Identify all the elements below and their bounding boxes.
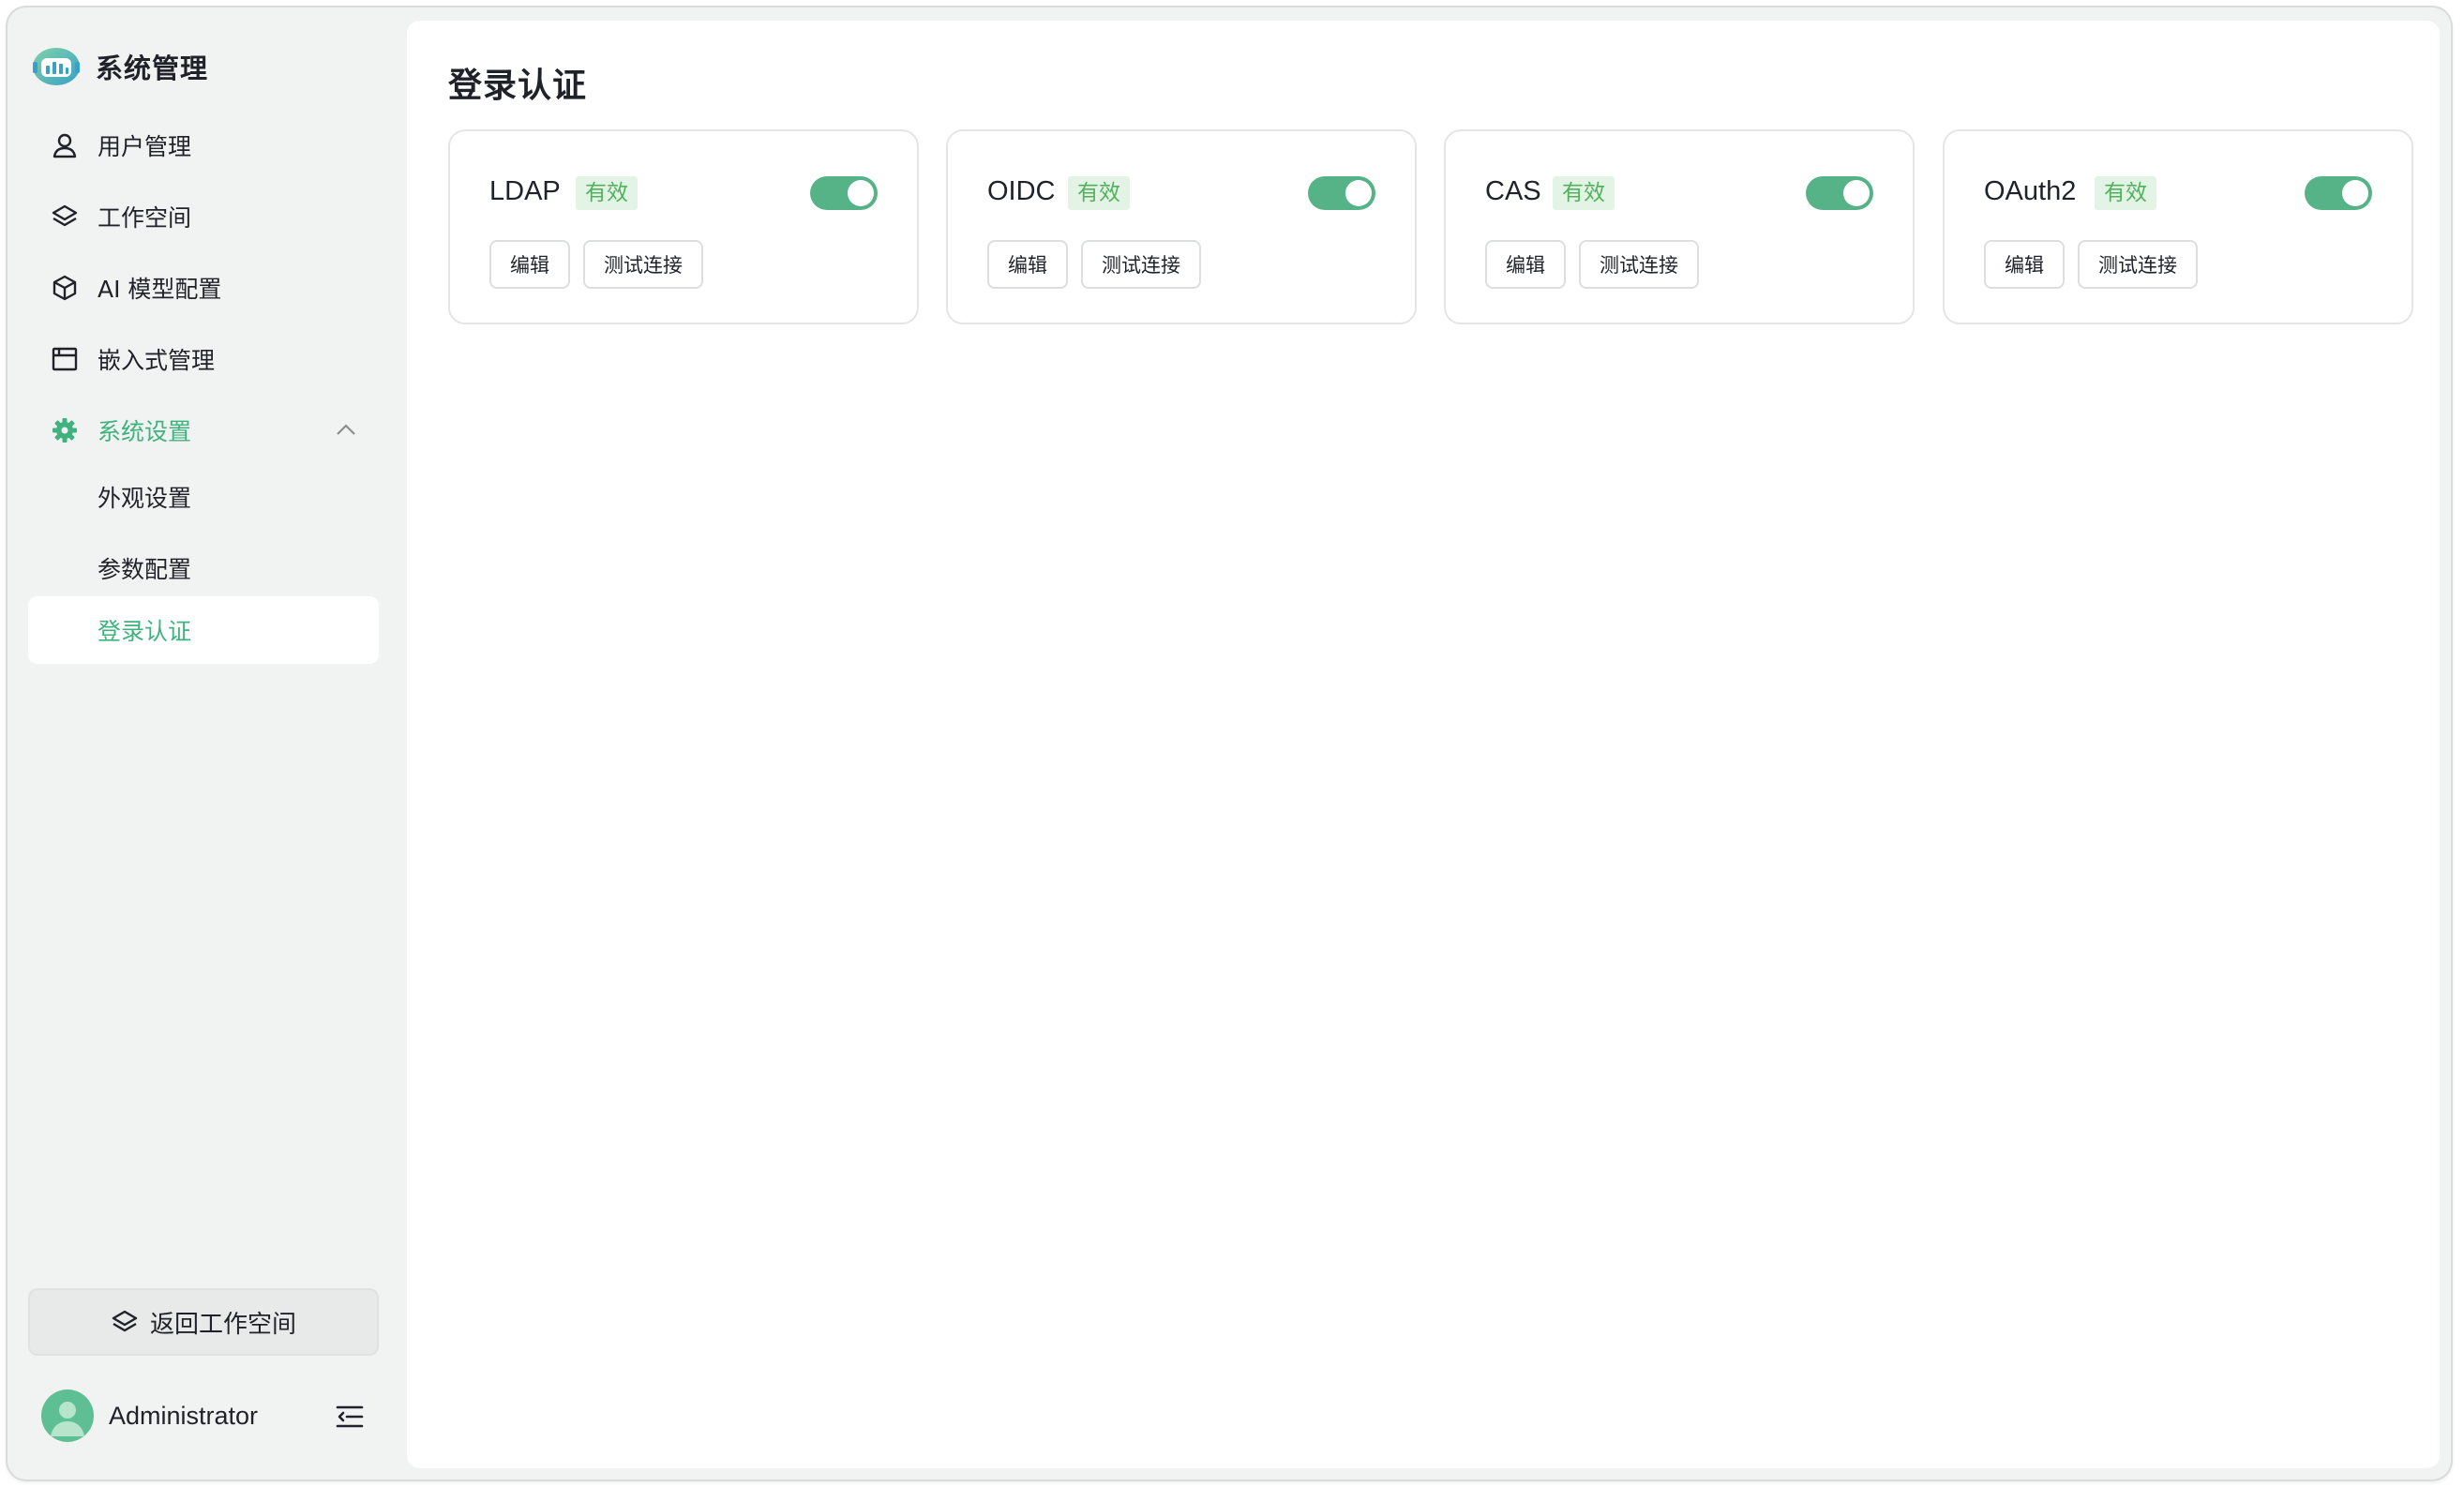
status-badge: 有效: [1553, 176, 1615, 210]
toggle-knob: [1843, 180, 1870, 206]
sidebar-subitem-parameters[interactable]: 参数配置: [28, 534, 379, 602]
enable-toggle[interactable]: [2305, 176, 2372, 210]
enable-toggle[interactable]: [1308, 176, 1375, 210]
enable-toggle[interactable]: [1806, 176, 1873, 210]
avatar[interactable]: [41, 1389, 94, 1442]
back-to-workspace-button[interactable]: 返回工作空间: [28, 1288, 379, 1356]
edit-button[interactable]: 编辑: [1984, 240, 2065, 289]
sidebar-item-label: 工作空间: [98, 204, 192, 232]
auth-provider-name: CAS: [1485, 176, 1541, 206]
back-button-label: 返回工作空间: [149, 1310, 296, 1339]
status-badge: 有效: [1068, 176, 1130, 210]
status-badge: 有效: [2095, 176, 2156, 210]
auth-card-cas: CAS 有效 编辑 测试连接: [1444, 129, 1915, 324]
gear-icon: [49, 414, 81, 446]
auth-card-ldap: LDAP 有效 编辑 测试连接: [448, 129, 919, 324]
layers-icon: [49, 201, 81, 233]
edit-button[interactable]: 编辑: [489, 240, 570, 289]
sidebar-item-label: 用户管理: [98, 133, 192, 160]
test-connection-button[interactable]: 测试连接: [2078, 240, 2198, 289]
window-icon: [49, 343, 81, 375]
sidebar-item-embedded[interactable]: 嵌入式管理: [28, 326, 379, 392]
main-content: 登录认证 LDAP 有效 编辑 测试连接 OIDC 有效 编辑 测试连接 CAS…: [407, 21, 2440, 1468]
toggle-knob: [1345, 180, 1372, 206]
app-window: 系统管理 用户管理 工作空间 AI 模型配置 嵌入式管理 系统设置 外观设置 参…: [8, 8, 2451, 1479]
sidebar-item-label: 嵌入式管理: [98, 347, 216, 374]
user-name: Administrator: [109, 1401, 259, 1430]
sidebar-item-label: 系统设置: [98, 418, 192, 445]
app-logo-icon: [33, 48, 80, 85]
toggle-knob: [848, 180, 874, 206]
user-avatar-icon: [51, 1402, 84, 1436]
sidebar-title: 系统管理: [96, 53, 209, 84]
page-title: 登录认证: [448, 67, 588, 105]
brand: 系统管理: [30, 45, 208, 88]
edit-button[interactable]: 编辑: [987, 240, 1068, 289]
toggle-knob: [2342, 180, 2368, 206]
sidebar-subitem-login-auth[interactable]: 登录认证: [28, 596, 379, 664]
auth-provider-name: OIDC: [987, 176, 1056, 206]
auth-provider-name: OAuth2: [1984, 176, 2077, 206]
auth-card-oidc: OIDC 有效 编辑 测试连接: [946, 129, 1417, 324]
sidebar-item-label: AI 模型配置: [98, 276, 222, 303]
collapse-sidebar-icon[interactable]: [334, 1401, 366, 1433]
sidebar-item-ai-model[interactable]: AI 模型配置: [28, 255, 379, 321]
sidebar-item-users[interactable]: 用户管理: [28, 113, 379, 178]
edit-button[interactable]: 编辑: [1485, 240, 1566, 289]
auth-card-oauth2: OAuth2 有效 编辑 测试连接: [1943, 129, 2413, 324]
user-profile[interactable]: Administrator: [41, 1388, 379, 1444]
chevron-up-icon[interactable]: [334, 418, 358, 443]
enable-toggle[interactable]: [810, 176, 878, 210]
auth-provider-name: LDAP: [489, 176, 561, 206]
status-badge: 有效: [576, 176, 638, 210]
test-connection-button[interactable]: 测试连接: [1579, 240, 1699, 289]
sidebar-item-system-settings[interactable]: 系统设置: [28, 398, 379, 463]
sidebar-subitem-appearance[interactable]: 外观设置: [28, 463, 379, 531]
cube-icon: [49, 272, 81, 304]
layers-icon: [112, 1310, 138, 1332]
sidebar: 系统管理 用户管理 工作空间 AI 模型配置 嵌入式管理 系统设置 外观设置 参…: [8, 8, 401, 1479]
test-connection-button[interactable]: 测试连接: [1081, 240, 1201, 289]
test-connection-button[interactable]: 测试连接: [583, 240, 703, 289]
user-icon: [49, 129, 81, 161]
sidebar-item-workspace[interactable]: 工作空间: [28, 184, 379, 249]
